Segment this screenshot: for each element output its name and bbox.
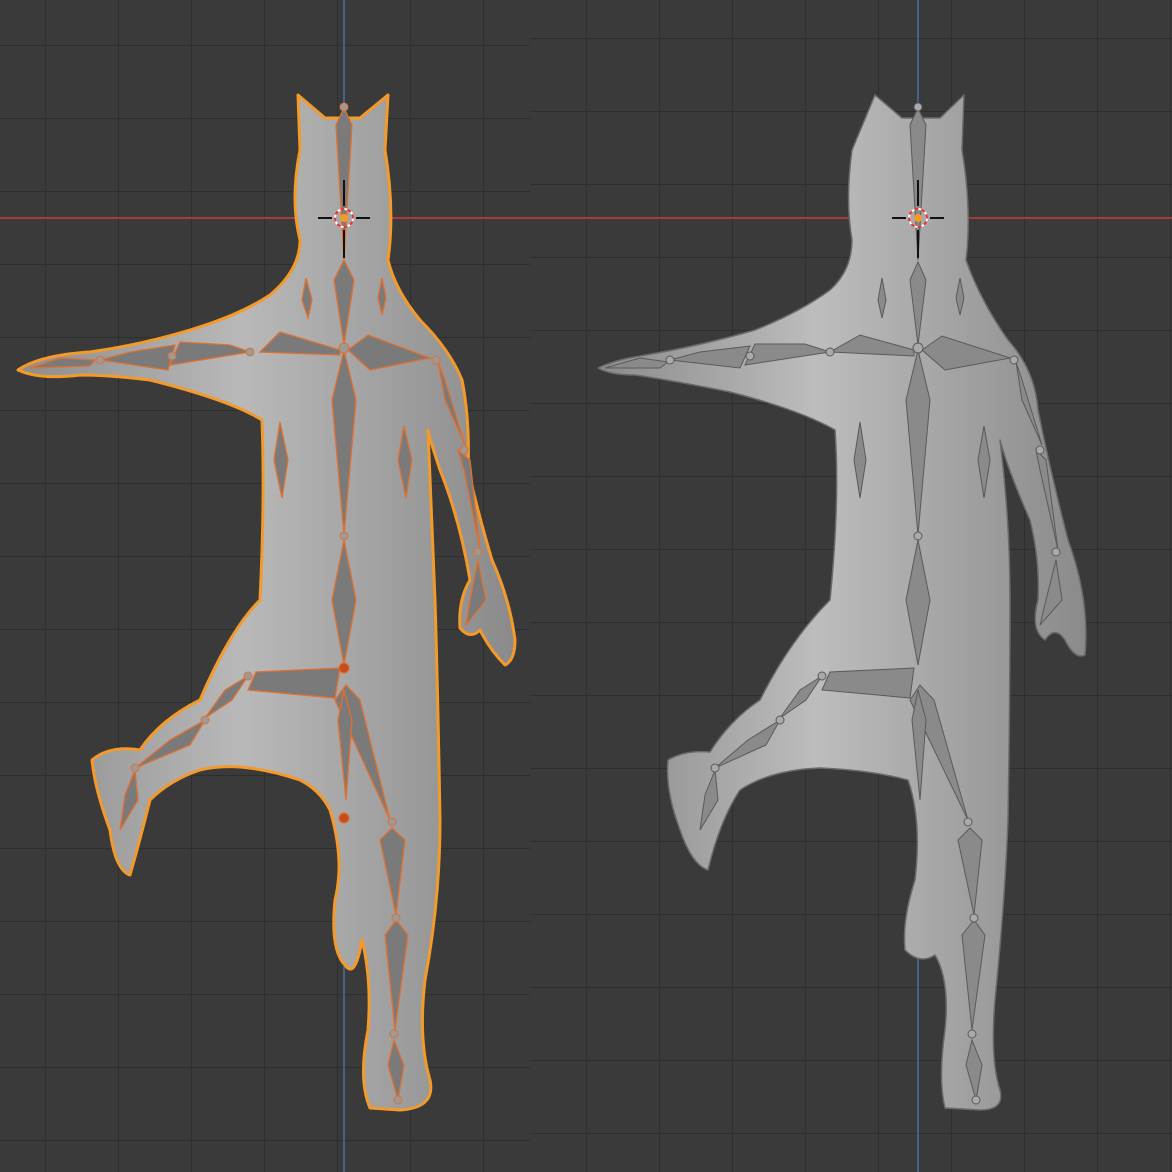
- viewport-right[interactable]: [530, 0, 1172, 1172]
- character-mesh-icon[interactable]: [597, 94, 1087, 1111]
- character-mesh-icon[interactable]: [16, 93, 517, 1112]
- viewport-left-scene[interactable]: [0, 0, 530, 1172]
- viewport-right-scene[interactable]: [530, 0, 1172, 1172]
- viewport-row: [0, 0, 1172, 1172]
- viewport-left[interactable]: [0, 0, 530, 1172]
